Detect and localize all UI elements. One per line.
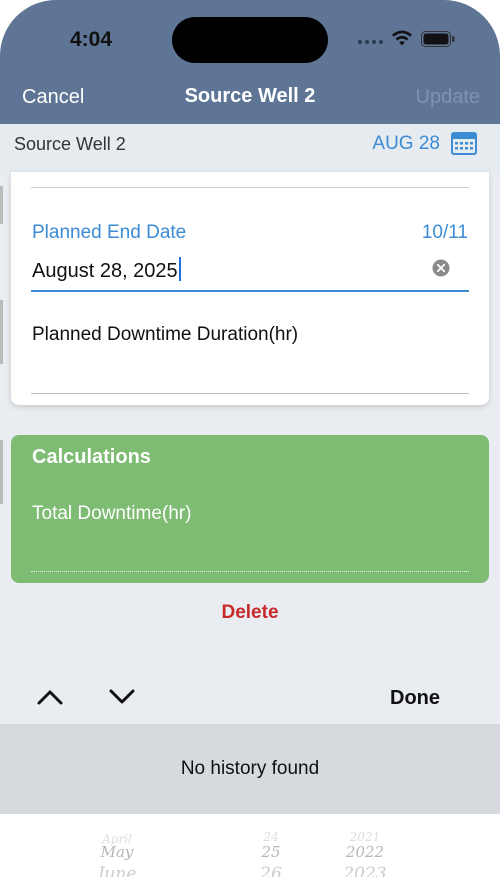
end-date-underline [31, 290, 469, 292]
picker-year: 2022 [345, 843, 385, 861]
update-button[interactable]: Update [416, 86, 481, 109]
phone-screen: 4:04 Cancel Source Well 2 Update Source … [0, 0, 500, 877]
selected-date[interactable]: AUG 28 [372, 133, 440, 155]
divider [31, 187, 469, 188]
downtime-duration-field[interactable] [31, 393, 469, 394]
side-button [0, 186, 3, 224]
picker-year: 2023 [343, 864, 387, 877]
picker-day: 26 [260, 864, 282, 877]
wifi-icon [392, 30, 412, 46]
picker-month: May [100, 843, 134, 861]
chevron-up-icon[interactable] [36, 688, 64, 706]
downtime-duration-label: Planned Downtime Duration(hr) [32, 324, 299, 345]
clear-icon[interactable] [432, 259, 450, 277]
day-wheel[interactable]: 24 25 26 [246, 814, 296, 877]
end-date-field[interactable]: August 28, 2025 [32, 257, 181, 283]
picker-year: 2021 [349, 830, 381, 844]
status-time: 4:04 [70, 28, 113, 51]
end-date-label: Planned End Date [32, 222, 187, 243]
text-caret [178, 257, 181, 281]
date-picker[interactable]: April May June 24 25 26 2021 2022 2023 [0, 814, 500, 877]
chevron-down-icon[interactable] [108, 688, 136, 706]
battery-icon [421, 31, 455, 47]
picker-day: 24 [263, 830, 279, 844]
dynamic-island [172, 17, 328, 63]
signal-icon [358, 38, 384, 46]
picker-day: 25 [261, 843, 281, 861]
calendar-icon[interactable] [451, 131, 477, 155]
picker-month: June [97, 864, 137, 877]
year-wheel[interactable]: 2021 2022 2023 [328, 814, 402, 877]
done-button[interactable]: Done [390, 687, 440, 710]
end-date-counter: 10/11 [421, 222, 468, 243]
well-name: Source Well 2 [14, 134, 126, 154]
total-downtime-underline [31, 571, 469, 572]
total-downtime-label: Total Downtime(hr) [32, 503, 192, 524]
side-button [0, 300, 3, 364]
calculations-title: Calculations [32, 446, 151, 468]
end-date-value: August 28, 2025 [32, 260, 178, 282]
side-button [0, 440, 3, 504]
history-empty-message: No history found [180, 758, 320, 779]
form-card [11, 172, 489, 405]
delete-button[interactable]: Delete [0, 602, 500, 624]
month-wheel[interactable]: April May June [82, 814, 152, 877]
